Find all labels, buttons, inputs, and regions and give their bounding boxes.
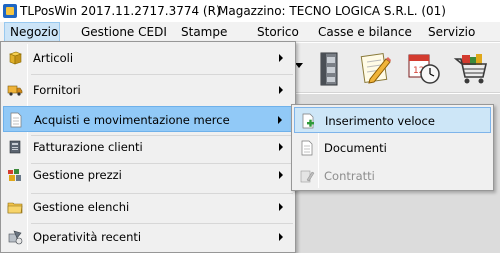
- calendar-clock-icon[interactable]: 12: [404, 47, 442, 89]
- price-tags-icon: [7, 167, 23, 183]
- submenu-arrow-icon: [278, 116, 282, 124]
- notepad-pencil-icon[interactable]: [356, 47, 394, 89]
- submenu-arrow-icon: [279, 54, 283, 62]
- toolbar-dropdown-arrow[interactable]: [295, 63, 303, 68]
- menu-item-label: Gestione elenchi: [33, 200, 130, 214]
- menu-item-fatturazione-clienti[interactable]: Fatturazione clienti: [3, 134, 293, 160]
- menu-item-gestione-prezzi[interactable]: Gestione prezzi: [3, 162, 293, 188]
- submenu-item-label: Contratti: [324, 169, 375, 183]
- submenu-arrow-icon: [279, 203, 283, 211]
- shopping-cart-icon[interactable]: [452, 47, 490, 89]
- title-bar: TLPosWin 2017.11.2717.3774 (R) Magazzino…: [0, 0, 500, 22]
- invoice-icon: [7, 139, 23, 155]
- submenu-item-documenti[interactable]: Documenti: [294, 135, 491, 161]
- documents-icon: [299, 140, 315, 156]
- menu-item-fornitori[interactable]: Fornitori: [3, 77, 293, 103]
- submenu-item-label: Inserimento veloce: [325, 114, 435, 128]
- menu-bar: Negozio Gestione CEDI Stampe Storico Cas…: [0, 22, 500, 42]
- truck-icon: [7, 82, 23, 98]
- submenu-arrow-icon: [279, 233, 283, 241]
- box-icon: [7, 50, 23, 66]
- submenu-item-label: Documenti: [324, 141, 387, 155]
- menu-item-label: Fatturazione clienti: [33, 140, 143, 154]
- submenu-item-contratti[interactable]: Contratti: [294, 163, 491, 189]
- menu-item-acquisti[interactable]: Acquisti e movimentazione merce: [3, 106, 293, 132]
- menu-casse-e-bilance[interactable]: Casse e bilance: [318, 22, 412, 42]
- menu-item-label: Articoli: [33, 51, 74, 65]
- recent-icon: [7, 229, 23, 245]
- submenu-arrow-icon: [279, 86, 283, 94]
- magazzino-label: Magazzino: TECNO LOGICA S.R.L. (01): [218, 4, 446, 18]
- submenu-arrow-icon: [279, 143, 283, 151]
- folder-icon: [7, 199, 23, 215]
- menu-gestione-cedi[interactable]: Gestione CEDI: [81, 22, 167, 42]
- window-title: TLPosWin 2017.11.2717.3774 (R): [20, 4, 221, 18]
- menu-storico[interactable]: Storico: [257, 22, 299, 42]
- menu-separator: [31, 74, 293, 75]
- menu-negozio[interactable]: Negozio: [4, 22, 60, 42]
- submenu-arrow-icon: [279, 171, 283, 179]
- menu-item-articoli[interactable]: Articoli: [3, 45, 293, 71]
- menu-item-gestione-elenchi[interactable]: Gestione elenchi: [3, 194, 293, 220]
- menu-item-label: Fornitori: [33, 83, 81, 97]
- negozio-dropdown-menu: Articoli Fornitori Acquisti e movimentaz: [0, 41, 296, 253]
- menu-stampe[interactable]: Stampe: [181, 22, 227, 42]
- menu-servizio[interactable]: Servizio: [428, 22, 475, 42]
- cabinet-icon[interactable]: [309, 47, 347, 89]
- menu-item-label: Acquisti e movimentazione merce: [34, 113, 230, 127]
- submenu-item-inserimento-veloce[interactable]: Inserimento veloce: [294, 107, 491, 133]
- document-icon: [8, 112, 24, 128]
- menu-item-operativita-recenti[interactable]: Operatività recenti: [3, 224, 293, 250]
- acquisti-submenu: Inserimento veloce Documenti Contratti: [291, 104, 494, 191]
- add-document-icon: [300, 113, 316, 129]
- app-icon: [3, 4, 17, 18]
- menu-item-label: Gestione prezzi: [33, 168, 122, 182]
- menu-item-label: Operatività recenti: [33, 230, 142, 244]
- contracts-icon: [299, 168, 315, 184]
